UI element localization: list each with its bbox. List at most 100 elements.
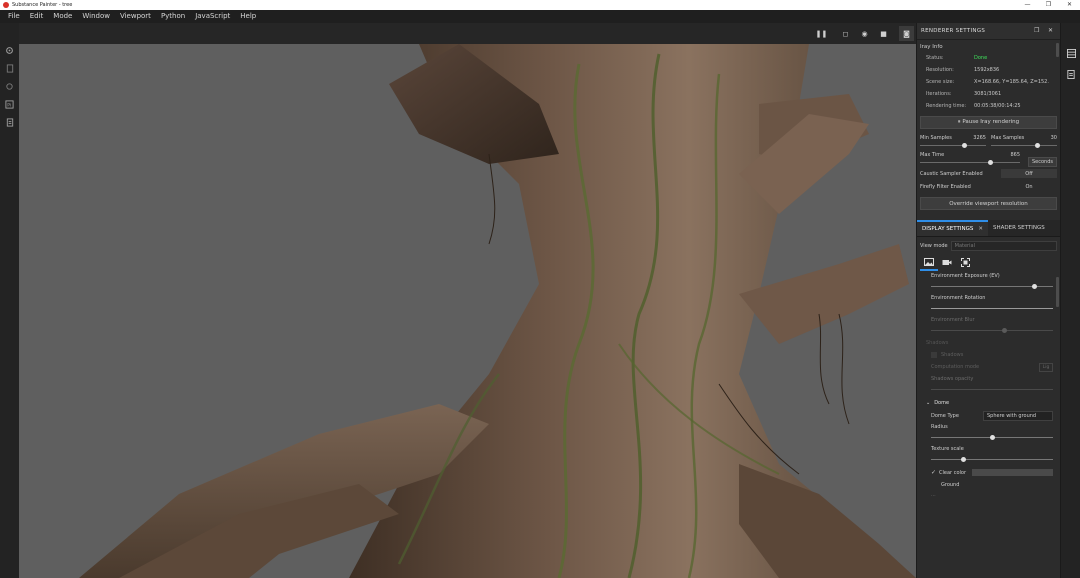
menu-edit[interactable]: Edit: [25, 10, 49, 23]
renderer-settings-header: RENDERER SETTINGS ❐ ✕: [917, 23, 1060, 40]
info-key: Rendering time:: [926, 103, 967, 109]
python-icon[interactable]: Pi: [0, 95, 19, 113]
view-mode-dropdown[interactable]: Material: [950, 241, 1057, 251]
tab-display-settings[interactable]: DISPLAY SETTINGS ✕: [917, 220, 988, 236]
min-samples-slider[interactable]: [920, 142, 986, 150]
max-time-value[interactable]: 865: [1010, 152, 1020, 158]
caustic-toggle[interactable]: Off: [1001, 169, 1057, 178]
layers-panel-icon[interactable]: [1061, 44, 1080, 62]
menu-mode[interactable]: Mode: [48, 10, 77, 23]
info-key: Scene size:: [926, 79, 955, 85]
slider-knob[interactable]: [961, 457, 967, 462]
right-panel: RENDERER SETTINGS ❐ ✕ Iray Info Status: …: [916, 23, 1060, 578]
caustic-row: Caustic Sampler Enabled Off: [920, 167, 1057, 180]
pause-render-button[interactable]: ❚❚: [814, 26, 829, 41]
tab-shader-settings[interactable]: SHADER SETTINGS: [988, 220, 1050, 236]
dome-type-dropdown[interactable]: Sphere with ground: [983, 410, 1053, 421]
more-settings-label: ...: [931, 492, 936, 498]
settings-icon[interactable]: [0, 77, 19, 95]
max-samples-label: Max Samples: [991, 134, 1025, 141]
env-blur-slider: [931, 325, 1053, 337]
image-icon[interactable]: [920, 255, 938, 271]
texture-scale-slider[interactable]: [931, 454, 1053, 466]
max-time-control: Max Time 865: [920, 150, 1020, 167]
info-value: 00:05:38/00:14:25: [974, 103, 1021, 109]
view-mode-label: View mode: [920, 243, 948, 249]
minimize-button[interactable]: —: [1017, 0, 1038, 10]
pause-iray-button[interactable]: ⏸ Pause Iray rendering: [920, 116, 1057, 129]
float-panel-icon[interactable]: ❐: [1034, 27, 1039, 34]
menu-file[interactable]: File: [3, 10, 25, 23]
time-unit-dropdown[interactable]: Seconds: [1027, 157, 1057, 167]
renderer-settings-scrollbar[interactable]: [1056, 43, 1059, 57]
clear-color-label: Clear color: [939, 469, 967, 476]
close-window-button[interactable]: ✕: [1059, 0, 1080, 10]
frame-selection-button[interactable]: ◻: [838, 26, 853, 41]
ground-checkbox[interactable]: Ground: [931, 479, 1053, 490]
properties-panel-icon[interactable]: [1061, 65, 1080, 83]
menu-python[interactable]: Python: [156, 10, 190, 23]
radius-slider[interactable]: [931, 432, 1053, 444]
computation-mode-dropdown: Lig: [1039, 362, 1053, 372]
info-row: Resolution: 1592x836: [920, 64, 1057, 76]
renderer-settings-body: Iray Info Status: Done Resolution: 1592x…: [917, 40, 1060, 216]
menu-viewport[interactable]: Viewport: [115, 10, 156, 23]
environment-button[interactable]: ◉: [857, 26, 872, 41]
document-icon[interactable]: [0, 113, 19, 131]
menu-window[interactable]: Window: [77, 10, 115, 23]
max-time-slider[interactable]: [920, 159, 1020, 167]
shadows-checkbox-label: Shadows: [941, 351, 964, 358]
layers-icon[interactable]: [0, 59, 19, 77]
min-samples-control: Min Samples 3265: [920, 133, 986, 150]
dome-section-header[interactable]: ⌄ Dome: [926, 396, 1053, 409]
firefly-row: Firefly Filter Enabled On: [920, 180, 1057, 193]
info-row: Status: Done: [920, 52, 1057, 64]
maximize-button[interactable]: ❐: [1038, 0, 1059, 10]
render-mode-button[interactable]: ◙: [899, 26, 914, 41]
display-settings-scrollbar[interactable]: [1056, 277, 1059, 307]
3d-viewport[interactable]: ❚❚ ◻ ◉ ■ ◙: [19, 23, 916, 578]
app-logo-icon: [3, 2, 9, 8]
camera-icon[interactable]: [938, 255, 956, 271]
menu-help[interactable]: Help: [235, 10, 261, 23]
caustic-label: Caustic Sampler Enabled: [920, 170, 983, 177]
max-samples-control: Max Samples 30: [991, 133, 1057, 150]
env-exposure-slider[interactable]: [931, 281, 1053, 293]
max-time-label: Max Time: [920, 151, 945, 158]
gear-icon[interactable]: [0, 41, 19, 59]
shadows-opacity-label: Shadows opacity: [931, 376, 974, 382]
min-samples-value[interactable]: 3265: [973, 135, 986, 141]
close-icon[interactable]: ✕: [1048, 27, 1053, 34]
iray-info-label: Iray Info: [920, 44, 943, 50]
shadows-opacity-slider: [931, 384, 1053, 396]
menu-bar: File Edit Mode Window Viewport Python Ja…: [0, 10, 1080, 23]
slider-knob[interactable]: [962, 143, 968, 148]
info-key: Resolution:: [926, 67, 954, 73]
clear-color-row: ✓ Clear color: [931, 466, 1053, 479]
info-row: Iterations: 3081/3061: [920, 88, 1057, 100]
window-title: Substance Painter - tree: [12, 2, 73, 8]
display-settings-body: View mode Material Environment Exposure …: [917, 237, 1060, 503]
clear-color-swatch[interactable]: [972, 469, 1053, 476]
max-samples-value[interactable]: 30: [1051, 135, 1057, 141]
firefly-toggle[interactable]: On: [1001, 182, 1057, 191]
chevron-down-icon[interactable]: ⌄: [926, 400, 930, 406]
slider-knob[interactable]: [1034, 143, 1040, 148]
renderer-settings-title: RENDERER SETTINGS: [921, 28, 986, 34]
tab-display-label: DISPLAY SETTINGS: [922, 226, 974, 232]
override-resolution-button[interactable]: Override viewport resolution: [920, 197, 1057, 210]
slider-knob[interactable]: [987, 160, 993, 165]
camera-button[interactable]: ■: [876, 26, 891, 41]
slider-knob: [1001, 328, 1007, 333]
min-samples-label: Min Samples: [920, 134, 952, 141]
env-rotation-slider[interactable]: [931, 303, 1053, 315]
close-icon[interactable]: ✕: [978, 226, 983, 232]
frame-icon[interactable]: [956, 255, 974, 271]
title-bar: Substance Painter - tree — ❐ ✕: [0, 0, 1080, 10]
slider-knob[interactable]: [989, 435, 995, 440]
slider-knob[interactable]: [1032, 284, 1038, 289]
viewport-toolbar: ❚❚ ◻ ◉ ■ ◙: [19, 23, 916, 44]
max-samples-slider[interactable]: [991, 142, 1057, 150]
checkmark-icon[interactable]: ✓: [931, 469, 936, 476]
menu-javascript[interactable]: JavaScript: [190, 10, 235, 23]
